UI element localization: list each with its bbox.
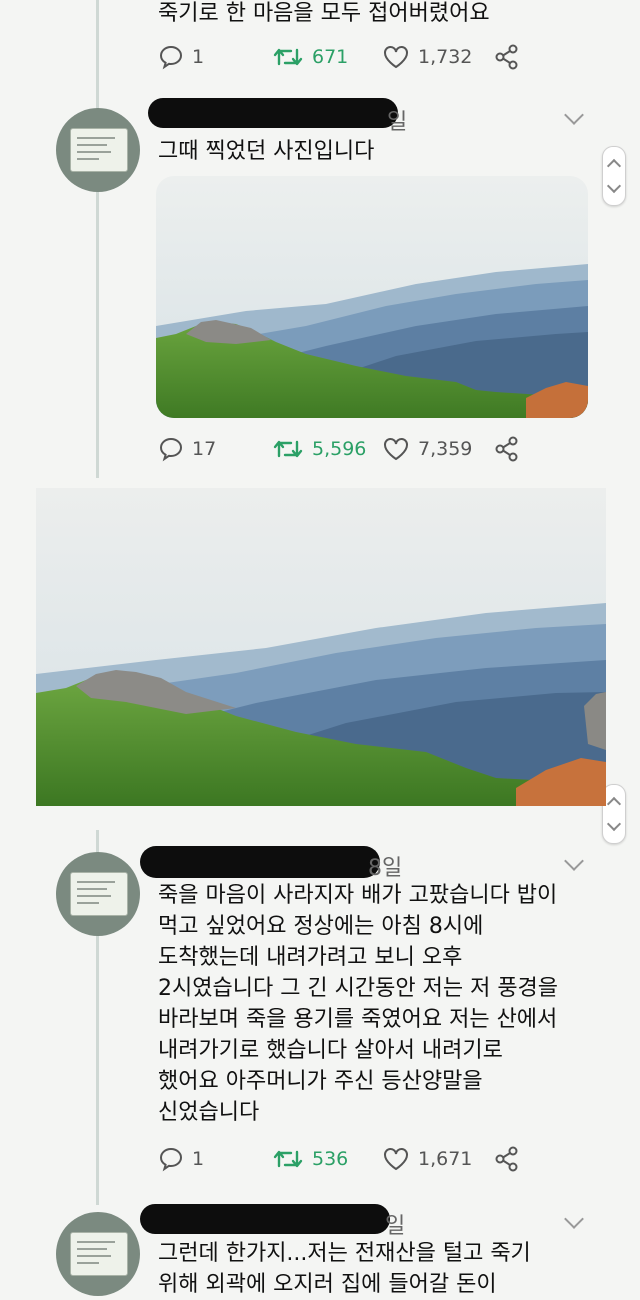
- share-button[interactable]: [494, 436, 520, 462]
- tweet-photo[interactable]: [156, 176, 588, 418]
- retweet-count: 5,596: [312, 438, 367, 460]
- tweet-text: 그런데 한가지...저는 전재산을 털고 죽기 위해 외곽에 오지러 집에 들어…: [158, 1241, 531, 1297]
- retweet-count: 671: [312, 46, 349, 68]
- tweet-actions: 1 671 1,732: [158, 44, 538, 74]
- avatar[interactable]: [56, 108, 140, 192]
- tweet-actions: 1 536 1,671: [158, 1146, 538, 1176]
- share-icon: [495, 44, 518, 70]
- tweet-text: 그때 찍었던 사진입니다: [158, 139, 375, 164]
- chevron-down-icon[interactable]: [564, 851, 584, 871]
- redacted-username: [140, 1204, 390, 1234]
- like-count: 1,732: [418, 46, 473, 68]
- tweet-date: 8일: [368, 856, 403, 881]
- redacted-username: [140, 846, 380, 878]
- retweet-icon: [273, 48, 303, 66]
- reply-count: 1: [192, 1148, 205, 1170]
- share-button[interactable]: [494, 44, 520, 70]
- reply-count: 1: [192, 46, 205, 68]
- retweet-button[interactable]: 536: [272, 1146, 348, 1172]
- speech-bubble-icon: [159, 437, 183, 462]
- reply-button[interactable]: 1: [158, 1146, 204, 1172]
- tweet-text: 죽기로 한 마음을 모두 접어버렸어요: [158, 1, 490, 26]
- redacted-username: [148, 98, 398, 128]
- share-button[interactable]: [494, 1146, 520, 1172]
- retweet-icon: [273, 1150, 303, 1168]
- scroll-button[interactable]: [602, 146, 626, 206]
- tweet-date: 일: [385, 1214, 406, 1239]
- chevron-down-icon[interactable]: [564, 105, 584, 125]
- thread-line: [96, 0, 99, 478]
- speech-bubble-icon: [159, 1147, 183, 1172]
- heart-icon: [384, 1148, 408, 1171]
- like-count: 1,671: [418, 1148, 473, 1170]
- heart-icon: [384, 46, 408, 69]
- tweet-actions: 17 5,596 7,359: [158, 436, 538, 466]
- tweet-date: 일: [387, 110, 408, 135]
- retweet-button[interactable]: 671: [272, 44, 348, 70]
- reply-button[interactable]: 17: [158, 436, 216, 462]
- like-button[interactable]: 7,359: [382, 436, 472, 462]
- retweet-icon: [273, 440, 303, 458]
- avatar[interactable]: [56, 1212, 140, 1296]
- chevron-down-icon[interactable]: [564, 1209, 584, 1229]
- tweet-text: 죽을 마음이 사라지자 배가 고팠습니다 밥이 먹고 싶었어요 정상에는 아침 …: [158, 883, 559, 1125]
- share-icon: [495, 1146, 518, 1172]
- retweet-button[interactable]: 5,596: [272, 436, 366, 462]
- retweet-count: 536: [312, 1148, 349, 1170]
- heart-icon: [384, 438, 408, 461]
- like-count: 7,359: [418, 438, 473, 460]
- reply-count: 17: [192, 438, 217, 460]
- avatar[interactable]: [56, 852, 140, 936]
- share-icon: [495, 436, 518, 462]
- speech-bubble-icon: [159, 45, 183, 70]
- like-button[interactable]: 1,732: [382, 44, 472, 70]
- enlarged-photo[interactable]: [36, 488, 606, 806]
- reply-button[interactable]: 1: [158, 44, 204, 70]
- like-button[interactable]: 1,671: [382, 1146, 472, 1172]
- thread-line: [96, 935, 99, 1205]
